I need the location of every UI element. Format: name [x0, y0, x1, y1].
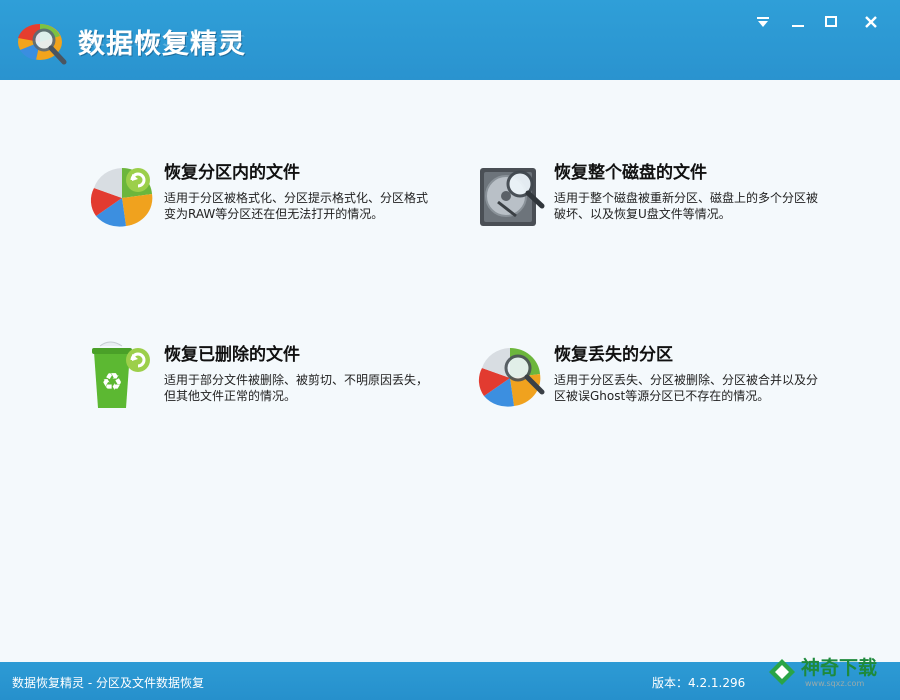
maximize-icon	[825, 16, 837, 27]
app-logo-icon	[18, 23, 67, 65]
watermark-logo-icon	[769, 659, 795, 685]
option-title: 恢复分区内的文件	[164, 163, 300, 183]
option-description: 适用于整个磁盘被重新分区、磁盘上的多个分区被破坏、以及恢复U盘文件等情况。	[554, 191, 819, 221]
app-title-reflection: 数据恢复精灵	[78, 33, 246, 49]
option-description: 适用于分区被格式化、分区提示格式化、分区格式变为RAW等分区还在但无法打开的情况…	[164, 191, 429, 221]
status-text: 数据恢复精灵 - 分区及文件数据恢复	[12, 676, 204, 690]
partition-pie-icon	[90, 167, 153, 227]
option-description: 适用于部分文件被删除、被剪切、不明原因丢失，但其他文件正常的情况。	[164, 373, 429, 403]
option-title: 恢复整个磁盘的文件	[554, 163, 707, 183]
maximize-button[interactable]	[818, 10, 844, 34]
minimize-icon	[792, 25, 804, 27]
watermark-text: 神奇下载	[801, 657, 878, 679]
disk-search-icon	[480, 168, 545, 226]
close-icon	[865, 16, 877, 28]
close-button[interactable]	[858, 10, 884, 34]
partition-search-icon	[478, 347, 545, 407]
option-description: 适用于分区丢失、分区被删除、分区被合并以及分区被误Ghost等源分区已不存在的情…	[554, 373, 819, 403]
watermark-url: www.sqxz.com	[805, 679, 865, 688]
svg-text:♻: ♻	[101, 368, 123, 396]
recover-disk-files-option[interactable]: 恢复整个磁盘的文件 适用于整个磁盘被重新分区、磁盘上的多个分区被破坏、以及恢复U…	[476, 158, 836, 268]
minimize-button[interactable]	[785, 10, 811, 34]
dropdown-button[interactable]	[750, 10, 776, 34]
option-title: 恢复丢失的分区	[554, 345, 673, 365]
dropdown-icon	[757, 17, 769, 27]
recover-lost-partition-option[interactable]: 恢复丢失的分区 适用于分区丢失、分区被删除、分区被合并以及分区被误Ghost等源…	[476, 340, 836, 450]
version-text: 版本：4.2.1.296	[652, 676, 746, 690]
watermark: 神奇下载 www.sqxz.com	[765, 651, 895, 695]
recycle-bin-icon: ♻	[92, 341, 150, 408]
recover-partition-files-option[interactable]: 恢复分区内的文件 适用于分区被格式化、分区提示格式化、分区格式变为RAW等分区还…	[86, 158, 446, 268]
option-title: 恢复已删除的文件	[164, 345, 300, 365]
recover-deleted-files-option[interactable]: ♻ 恢复已删除的文件 适用于部分文件被删除、被剪切、不明原因丢失，但其他文件正常…	[86, 340, 446, 450]
title-bar: 数据恢复精灵 数据恢复精灵	[0, 0, 900, 80]
